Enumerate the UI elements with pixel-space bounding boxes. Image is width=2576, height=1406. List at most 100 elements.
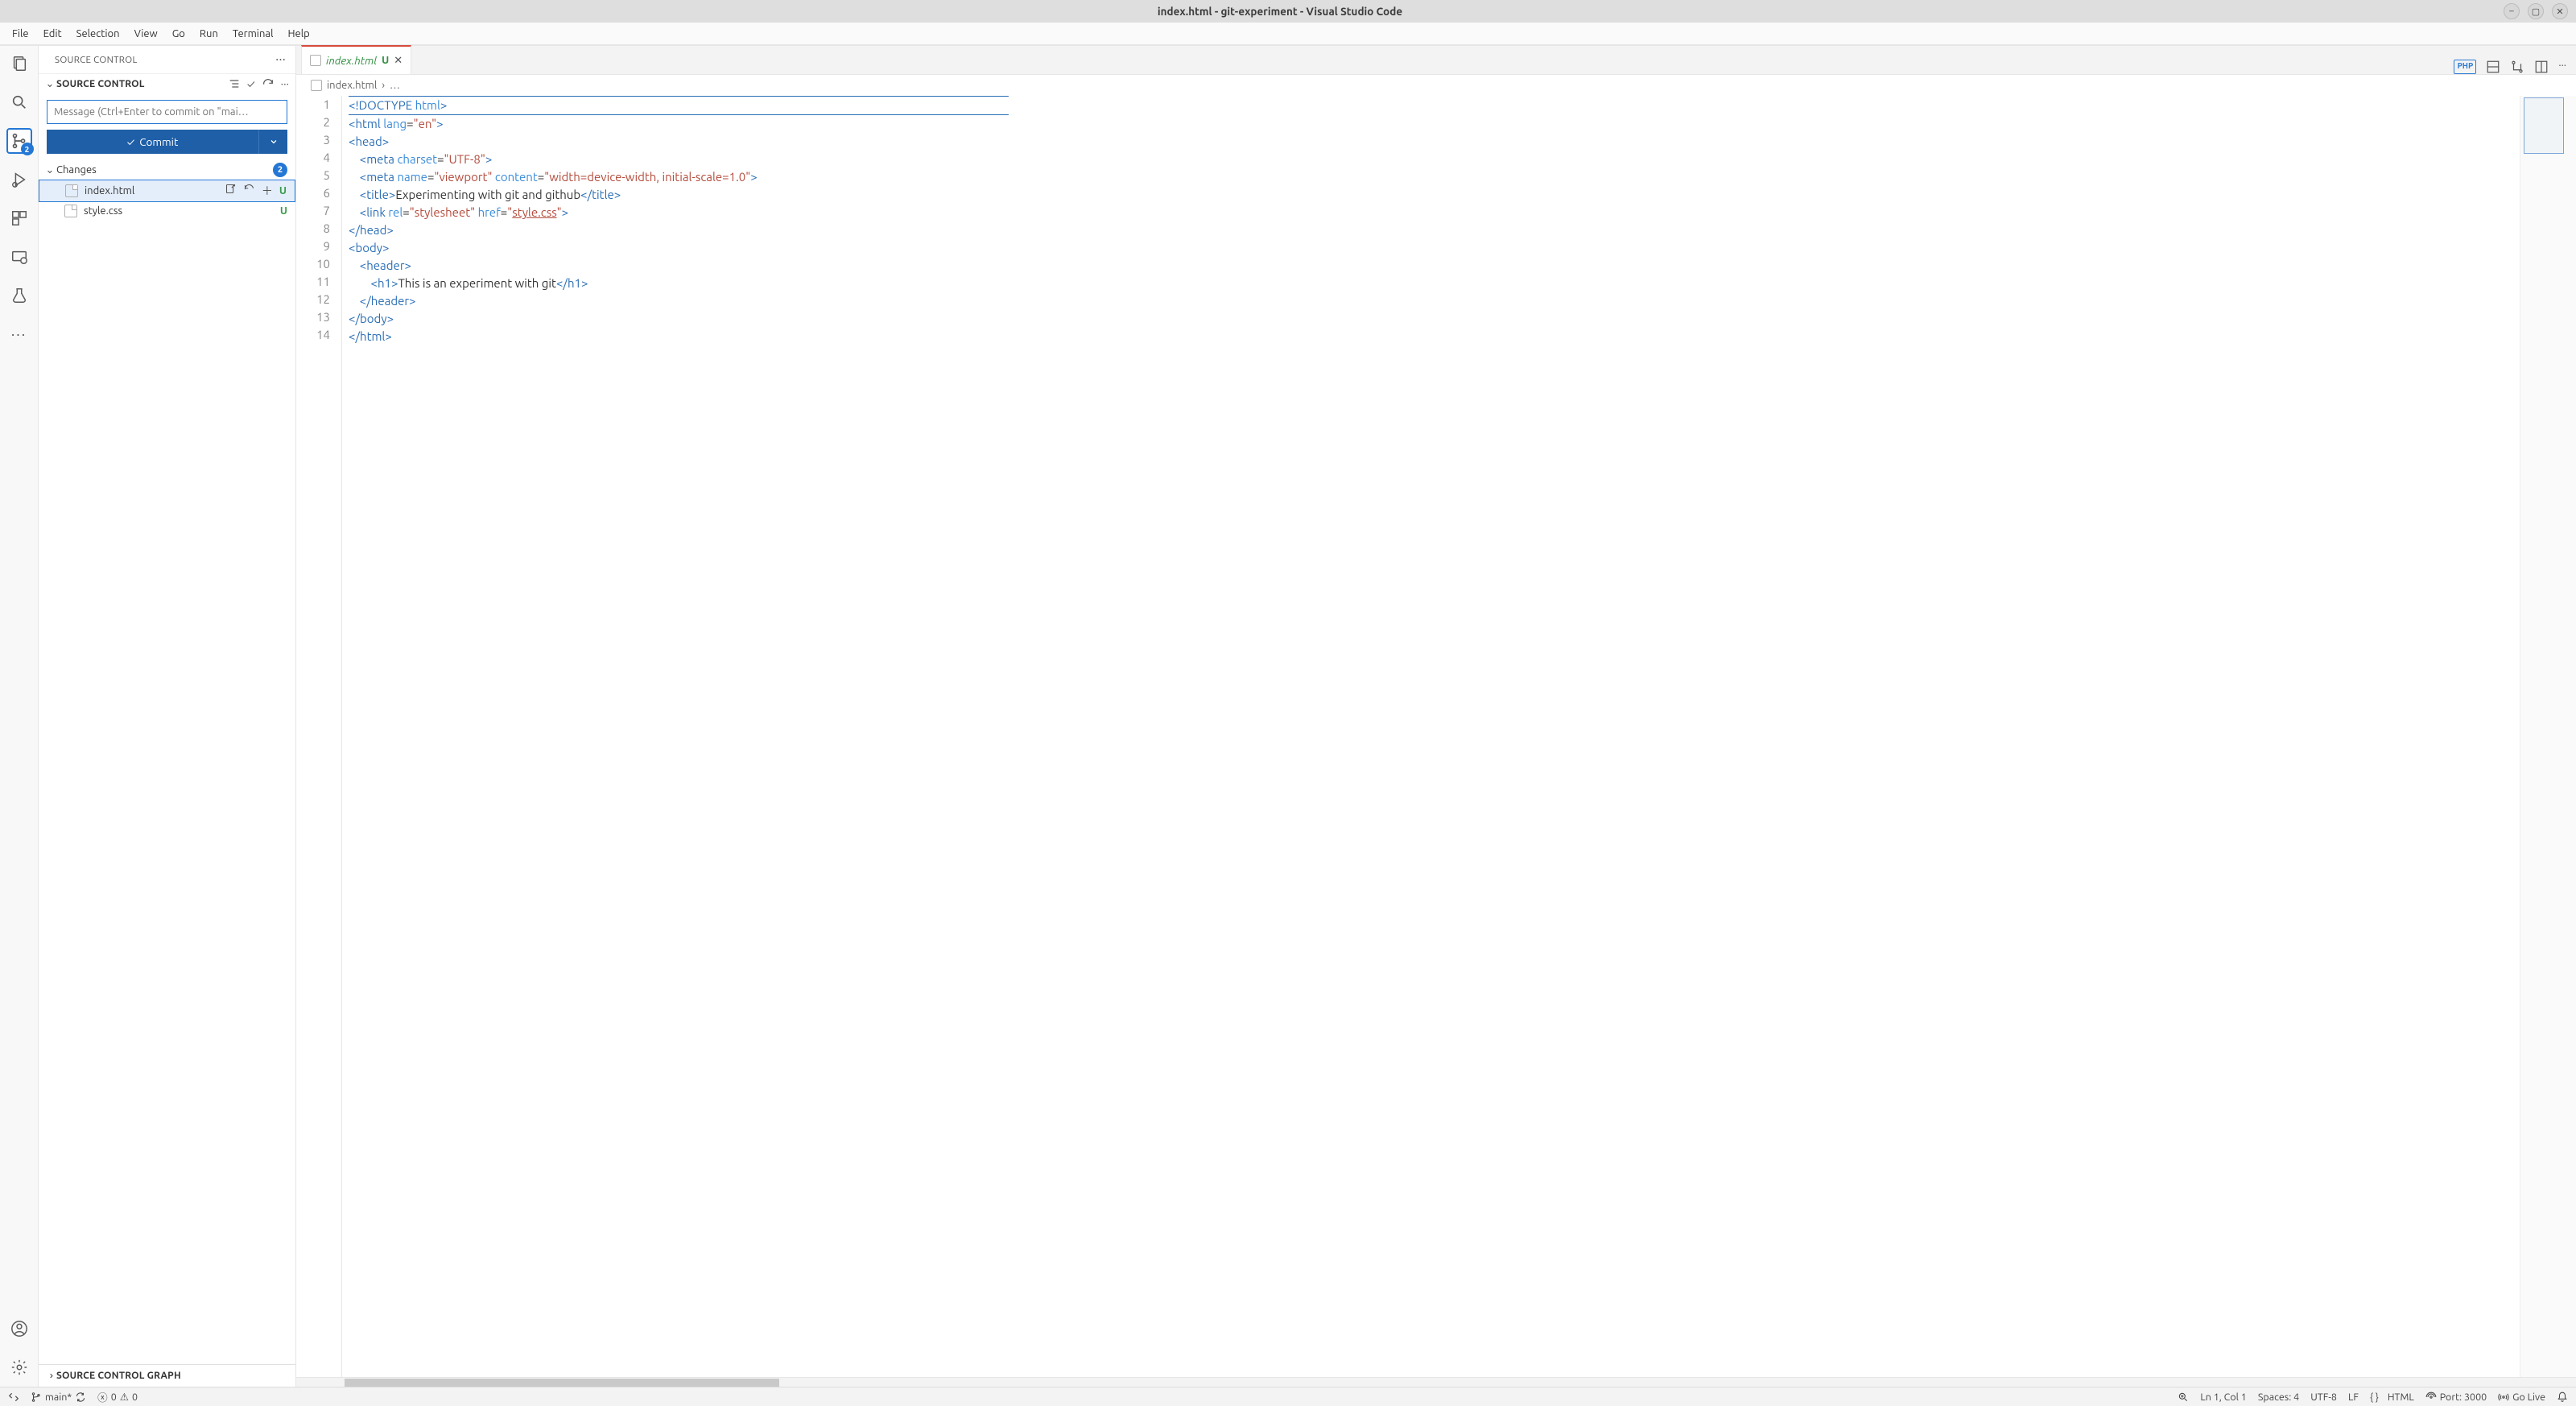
remote-explorer-icon[interactable] [8,246,31,268]
source-control-icon[interactable]: 2 [8,130,31,152]
code-line[interactable]: <header> [349,257,2576,275]
commit-check-icon[interactable]: ✓ [247,77,255,90]
sidebar: SOURCE CONTROL ··· ⌄ SOURCE CONTROL ✓ ··… [39,46,296,1387]
menu-item-terminal[interactable]: Terminal [225,26,281,42]
problems-indicator[interactable]: ⓧ0 ⚠0 [97,1389,138,1404]
code-line[interactable]: <h1>This is an experiment with git</h1> [349,275,2576,292]
search-icon[interactable] [8,91,31,114]
view-tree-icon[interactable] [228,77,241,90]
discard-icon[interactable] [243,183,255,199]
testing-icon[interactable] [8,284,31,307]
sync-icon[interactable] [75,1392,86,1403]
chevron-right-icon: ⌄ [44,1370,56,1383]
split-down-icon[interactable] [2486,60,2500,74]
code-line[interactable]: <!DOCTYPE html> [349,96,1009,115]
file-row[interactable]: style.css U [39,202,295,220]
extensions-icon[interactable] [8,207,31,230]
cursor-position[interactable]: Ln 1, Col 1 [2200,1392,2247,1403]
run-debug-icon[interactable] [8,168,31,191]
menu-item-go[interactable]: Go [165,26,192,42]
explorer-icon[interactable] [8,52,31,75]
chevron-right-icon: › [382,80,385,91]
sidebar-header-label: SOURCE CONTROL [55,55,138,65]
file-name: index.html [85,185,134,196]
breadcrumb-file: index.html [327,80,377,91]
accounts-icon[interactable] [8,1317,31,1340]
editor-more-icon[interactable]: ··· [2558,60,2566,74]
changes-label: Changes [56,164,97,176]
status-badge: U [279,185,287,196]
code-line[interactable]: <body> [349,239,2576,257]
tab-status: U [382,55,389,66]
open-file-icon[interactable] [225,183,237,199]
commit-message-input[interactable] [47,100,287,124]
minimap[interactable] [2520,96,2576,1377]
editor-body[interactable]: 1234567891011121314 <!DOCTYPE html><html… [296,96,2576,1377]
menu-item-file[interactable]: File [5,26,36,42]
status-badge: U [280,205,287,217]
scm-repo-section[interactable]: ⌄ SOURCE CONTROL ✓ ··· [39,73,295,93]
indentation[interactable]: Spaces: 4 [2258,1392,2299,1403]
file-row[interactable]: index.html ＋ U [39,180,295,202]
commit-button[interactable]: ✓Commit [47,130,258,154]
code-line[interactable]: </header> [349,292,2576,310]
code-line[interactable]: <title>Experimenting with git and github… [349,186,2576,204]
tab-index-html[interactable]: index.html U ✕ [301,45,411,74]
split-right-icon[interactable] [2534,60,2549,74]
code-line[interactable]: </head> [349,221,2576,239]
code-line[interactable]: <head> [349,133,2576,151]
breadcrumb[interactable]: index.html › … [296,75,2576,96]
menu-item-selection[interactable]: Selection [69,26,127,42]
file-icon [311,80,322,91]
go-live-button[interactable]: Go Live [2498,1392,2545,1403]
editor-area: index.html U ✕ PHP ··· [296,46,2576,1387]
code-line[interactable]: <meta charset="UTF-8"> [349,151,2576,168]
scrollbar-horizontal[interactable] [296,1377,2576,1387]
code-line[interactable]: <html lang="en"> [349,115,2576,133]
menu-item-edit[interactable]: Edit [36,26,69,42]
php-badge-icon[interactable]: PHP [2454,60,2476,74]
eol[interactable]: LF [2348,1392,2359,1403]
menu-item-view[interactable]: View [127,26,165,42]
minimize-button[interactable]: – [2504,3,2520,19]
menu-item-help[interactable]: Help [280,26,316,42]
port-indicator[interactable]: Port: 3000 [2425,1392,2487,1403]
tab-name: index.html [326,54,377,67]
tab-bar: index.html U ✕ PHP ··· [296,46,2576,75]
changes-section[interactable]: ⌄ Changes 2 [39,160,295,180]
title-bar: index.html - git-experiment - Visual Stu… [0,0,2576,23]
code-line[interactable]: </html> [349,328,2576,345]
scm-more-icon[interactable]: ··· [281,77,289,90]
more-icon[interactable]: ··· [8,323,31,345]
close-window-button[interactable]: ✕ [2552,3,2568,19]
notifications-icon[interactable] [2557,1392,2568,1403]
file-icon [310,55,321,66]
maximize-button[interactable]: ▢ [2528,3,2544,19]
refresh-icon[interactable] [262,77,275,90]
commit-button-label: Commit [139,135,178,148]
branch-name: main* [45,1392,72,1403]
branch-indicator[interactable]: main* [31,1392,86,1403]
encoding[interactable]: UTF-8 [2310,1392,2337,1403]
tab-close-icon[interactable]: ✕ [394,55,402,67]
settings-gear-icon[interactable] [8,1356,31,1379]
remote-indicator[interactable] [8,1392,19,1403]
language-mode[interactable]: { } HTML [2370,1392,2414,1403]
stage-plus-icon[interactable]: ＋ [262,183,273,199]
error-icon: ⓧ [97,1389,108,1404]
file-icon [64,205,77,217]
scm-graph-section[interactable]: ⌄ SOURCE CONTROL GRAPH [39,1364,295,1387]
scm-repo-label: SOURCE CONTROL [56,79,145,89]
code-line[interactable]: </body> [349,310,2576,328]
file-icon [65,184,78,197]
code-line[interactable]: <link rel="stylesheet" href="style.css"> [349,204,2576,221]
warning-icon: ⚠ [120,1391,129,1403]
menu-item-run[interactable]: Run [192,26,225,42]
chevron-down-icon: ⌄ [43,164,56,176]
zoom-indicator[interactable] [2178,1392,2189,1403]
commit-dropdown-button[interactable] [258,130,287,154]
sidebar-header-more-icon[interactable]: ··· [275,52,286,67]
compare-changes-icon[interactable] [2510,60,2524,74]
status-bar: main* ⓧ0 ⚠0 Ln 1, Col 1 Spaces: 4 UTF-8 … [0,1387,2576,1406]
code-line[interactable]: <meta name="viewport" content="width=dev… [349,168,2576,186]
